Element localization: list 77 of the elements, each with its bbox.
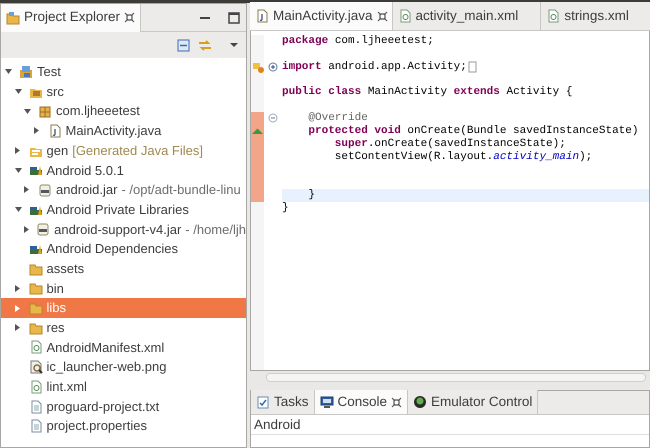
folder-icon [28, 320, 42, 335]
editor-tab[interactable]: activity_main.xml [392, 2, 542, 30]
folder-icon [28, 281, 42, 296]
code-line: @Override [308, 112, 368, 125]
tree-item[interactable]: android-support-v4.jar - /home/ljh [1, 220, 246, 240]
tree-item[interactable]: gen [Generated Java Files] [1, 140, 246, 160]
tree-item[interactable]: assets [1, 258, 246, 279]
folder-icon [28, 301, 42, 316]
tree-item[interactable]: lint.xml [1, 377, 246, 397]
monitor-icon [320, 395, 334, 409]
link-arrows-icon [198, 39, 212, 51]
editor-tab[interactable]: MainActivity.java [250, 2, 393, 30]
maximize-icon [228, 12, 240, 24]
folder-icon [28, 262, 42, 276]
tree-item[interactable]: src [1, 82, 246, 102]
collapsed-arrow-icon [24, 186, 29, 194]
expanded-arrow-icon [24, 108, 31, 114]
folder-icon [6, 10, 20, 24]
tree-item[interactable]: Test [1, 62, 246, 82]
collapsed-arrow-icon [14, 304, 20, 312]
collapsed-arrow-icon [14, 324, 20, 332]
tree-item[interactable]: Android 5.0.1 [1, 160, 246, 180]
close-icon [124, 12, 136, 23]
code-line: import android.app.Activity; [282, 60, 467, 74]
minimize-icon [200, 16, 210, 18]
java-file-icon [255, 9, 269, 23]
collapsed-arrow-icon [34, 127, 38, 134]
java-file-icon [48, 124, 62, 138]
project-folder-icon [19, 64, 33, 79]
code-line: setContentView(R.layout.activity_main); [334, 150, 592, 164]
view-tab[interactable]: Project Explorer [1, 4, 142, 32]
tree-item[interactable]: proguard-project.txt [1, 396, 246, 416]
collapsed-arrow-icon [14, 147, 20, 154]
tree-item[interactable]: Android Dependencies [1, 239, 246, 259]
tree-item[interactable]: AndroidManifest.xml [1, 338, 246, 358]
package-icon [38, 104, 52, 118]
collapsed-arrow-icon [14, 284, 20, 292]
text-file-icon [28, 400, 42, 414]
expanded-arrow-icon [14, 168, 22, 173]
tree-item[interactable]: com.ljheeetest [1, 101, 246, 122]
view-menu-icon [230, 43, 238, 47]
jar-icon [38, 182, 52, 197]
jar-icon [36, 222, 50, 236]
console-title: Android [251, 415, 649, 435]
close-icon [376, 10, 388, 22]
expanded-arrow-icon [14, 207, 22, 212]
collapse-all-icon [177, 38, 190, 52]
image-file-icon [28, 360, 42, 374]
text-file-icon [28, 419, 42, 434]
xml-file-icon [28, 340, 42, 354]
collapsed-arrow-icon [24, 226, 29, 233]
tree-item[interactable]: bin [1, 278, 246, 298]
expanded-arrow-icon [5, 69, 12, 74]
code-line: protected void onCreate(Bundle savedInstanceState) [308, 124, 638, 138]
code-line: super.onCreate(savedInstanceState); [334, 138, 566, 151]
horizontal-scrollbar[interactable] [266, 373, 646, 382]
xml-file-icon [398, 9, 412, 23]
close-icon [391, 396, 402, 408]
emulator-icon [413, 395, 428, 409]
folded-code-icon [468, 61, 477, 74]
code-line: } [282, 202, 289, 215]
expanded-arrow-icon [14, 89, 22, 94]
xml-file-icon [546, 9, 560, 23]
view-tab[interactable]: Tasks [251, 390, 315, 414]
tree-item[interactable]: ic_launcher-web.png [1, 357, 246, 377]
tree-item[interactable]: res [1, 318, 246, 338]
xml-file-icon [28, 380, 42, 394]
code-line: package com.ljheeetest; [282, 35, 434, 48]
tasks-icon [256, 395, 270, 409]
code-line: } [308, 189, 315, 202]
tree-item[interactable]: MainActivity.java [1, 121, 246, 141]
view-tab[interactable]: Emulator Control [408, 390, 538, 414]
tree-item[interactable]: Android Private Libraries [1, 200, 246, 220]
tree-item[interactable]: project.properties [1, 416, 246, 436]
view-tab[interactable]: Console [314, 390, 408, 414]
tree-item[interactable]: android.jar - /opt/adt-bundle-linu [1, 180, 246, 200]
code-line: public class MainActivity extends Activity { [282, 86, 572, 100]
